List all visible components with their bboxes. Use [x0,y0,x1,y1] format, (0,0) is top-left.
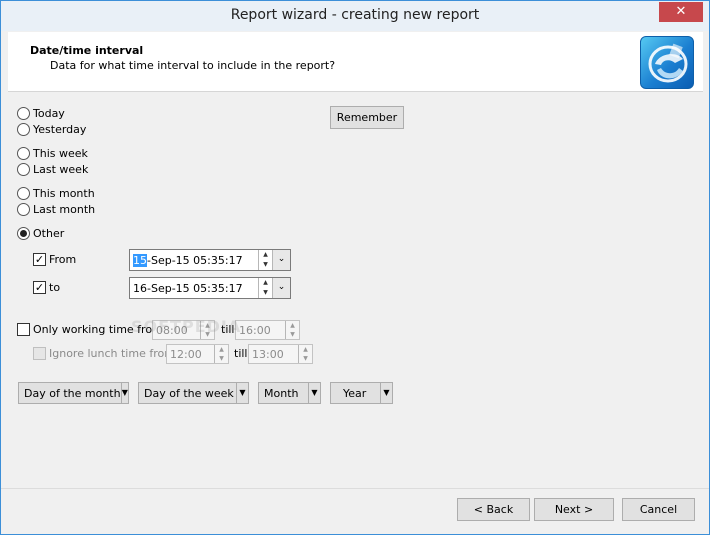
radio-label: This month [33,187,95,200]
spin-down-icon: ▼ [219,355,224,362]
spin-up-icon: ▲ [219,346,224,353]
lunch-time-checkbox [33,347,46,360]
month-button[interactable]: Month ▼ [258,382,321,404]
radio-label: Other [33,227,65,240]
lunch-till-value: 13:00 [252,347,284,361]
lunch-from-spinner: ▲ ▼ [214,345,228,363]
radio-label: Yesterday [33,123,87,136]
spin-down-icon[interactable]: ▼ [286,330,299,339]
dropdown-arrow-icon[interactable]: ▼ [120,383,128,403]
year-button[interactable]: Year ▼ [330,382,393,404]
wizard-body: Today Yesterday This week Last week This… [8,93,703,487]
to-datetime-value[interactable]: 16-Sep-15 05:35:17 [130,282,258,295]
day-of-week-button[interactable]: Day of the week ▼ [138,382,249,404]
step-subtitle: Data for what time interval to include i… [50,59,336,72]
to-checkbox-row[interactable]: ✓ to [33,281,60,294]
radio-today[interactable]: Today [17,107,65,120]
working-time-till-spinner[interactable]: ▲ ▼ [285,321,299,339]
lunch-from-input: 12:00 ▲ ▼ [166,344,229,364]
watermark: SOFTPEDIA [131,317,242,336]
lunch-time-row: Ignore lunch time from [33,347,175,360]
to-spinner[interactable]: ▲ ▼ [258,278,272,298]
working-time-till-value: 16:00 [239,323,271,337]
chevron-down-icon[interactable]: ⌄ [272,250,290,270]
from-selected-day: 15 [133,253,147,267]
radio-last-week[interactable]: Last week [17,163,88,176]
window-title: Report wizard - creating new report [230,7,480,23]
working-time-till-input[interactable]: 16:00 ▲ ▼ [235,320,300,340]
next-button[interactable]: Next > [534,498,614,521]
to-datetime-picker[interactable]: 16-Sep-15 05:35:17 ▲ ▼ ⌄ [129,277,291,299]
spin-down-icon: ▼ [303,355,308,362]
report-logo-icon [640,36,694,89]
to-label: to [49,281,61,294]
day-of-month-button[interactable]: Day of the month ▼ [18,382,129,404]
radio-yesterday[interactable]: Yesterday [17,123,86,136]
spin-up-icon: ▲ [303,346,308,353]
step-title: Date/time interval [30,44,144,57]
radio-label: Last month [33,203,96,216]
radio-circle[interactable] [17,203,30,216]
back-button[interactable]: < Back [457,498,530,521]
close-button[interactable]: ✕ [659,2,703,22]
radio-circle[interactable] [17,147,30,160]
lunch-till-spinner: ▲ ▼ [298,345,312,363]
cancel-button[interactable]: Cancel [622,498,695,521]
spin-down-icon[interactable]: ▼ [259,288,272,298]
from-checkbox-row[interactable]: ✓ From [33,253,76,266]
report-wizard-window: Report wizard - creating new report ✕ Da… [0,0,710,535]
radio-circle[interactable] [17,163,30,176]
radio-last-month[interactable]: Last month [17,203,95,216]
radio-label: Today [33,107,65,120]
radio-circle[interactable] [17,107,30,120]
radio-this-week[interactable]: This week [17,147,88,160]
from-datetime-value[interactable]: 15-Sep-15 05:35:17 [130,253,258,267]
month-label: Month [264,386,299,400]
radio-circle-checked[interactable] [17,227,30,240]
from-label: From [49,253,77,266]
radio-other[interactable]: Other [17,227,64,240]
from-checkbox[interactable]: ✓ [33,253,46,266]
day-of-week-label: Day of the week [144,386,234,400]
radio-circle[interactable] [17,187,30,200]
working-time-checkbox[interactable] [17,323,30,336]
dropdown-arrow-icon[interactable]: ▼ [380,383,392,403]
wizard-footer: < Back Next > Cancel [1,488,709,534]
chevron-down-icon[interactable]: ⌄ [272,278,290,298]
title-bar: Report wizard - creating new report ✕ [1,1,709,31]
spin-down-icon[interactable]: ▼ [259,260,272,270]
remember-button[interactable]: Remember [330,106,404,129]
day-of-month-label: Day of the month [24,386,121,400]
year-label: Year [343,386,367,400]
radio-label: Last week [33,163,89,176]
from-datetime-picker[interactable]: 15-Sep-15 05:35:17 ▲ ▼ ⌄ [129,249,291,271]
from-spinner[interactable]: ▲ ▼ [258,250,272,270]
spin-up-icon[interactable]: ▲ [259,250,272,260]
dropdown-arrow-icon[interactable]: ▼ [236,383,248,403]
radio-this-month[interactable]: This month [17,187,95,200]
radio-circle[interactable] [17,123,30,136]
radio-label: This week [33,147,88,160]
lunch-till-input: 13:00 ▲ ▼ [248,344,313,364]
lunch-time-label: Ignore lunch time from [49,347,175,360]
lunch-till-label: till [234,347,248,360]
lunch-from-value: 12:00 [170,347,202,361]
to-checkbox[interactable]: ✓ [33,281,46,294]
spin-up-icon[interactable]: ▲ [286,321,299,330]
dropdown-arrow-icon[interactable]: ▼ [308,383,320,403]
spin-up-icon[interactable]: ▲ [259,278,272,288]
from-value-rest: -Sep-15 05:35:17 [147,253,243,267]
wizard-header: Date/time interval Data for what time in… [8,32,703,92]
